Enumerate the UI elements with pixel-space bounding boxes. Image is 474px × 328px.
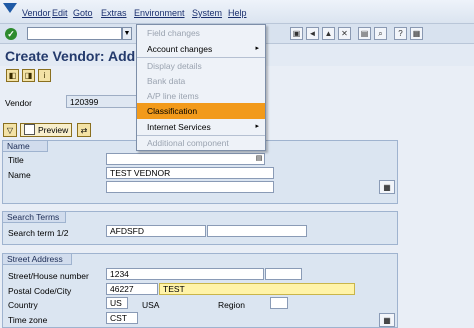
submenu-arrow-icon: ▸: [255, 123, 259, 130]
menu-goto[interactable]: Goto: [73, 8, 93, 18]
print-icon[interactable]: ▤: [358, 27, 371, 40]
more-names-icon[interactable]: ▦: [379, 180, 395, 194]
menu-item-ap-line-items-label: A/P line items: [147, 91, 199, 101]
search-terms-group-title: Search Terms: [2, 211, 66, 223]
help-icon[interactable]: ?: [394, 27, 407, 40]
back-icon[interactable]: ◄: [306, 27, 319, 40]
menu-extras[interactable]: Extras: [101, 8, 127, 18]
find-icon[interactable]: ⌕: [374, 27, 387, 40]
house-number-field[interactable]: [265, 268, 302, 280]
command-history-dropdown[interactable]: ▼: [122, 27, 132, 40]
menu-environment[interactable]: Environment: [134, 8, 185, 18]
menu-item-field-changes: Field changes: [137, 25, 265, 41]
title-value-help-icon[interactable]: ▤: [254, 154, 264, 164]
search-term-label: Search term 1/2: [8, 228, 69, 238]
region-field[interactable]: [270, 297, 288, 309]
time-zone-field[interactable]: CST: [106, 312, 138, 324]
title-field[interactable]: [106, 153, 265, 165]
street-field[interactable]: 1234: [106, 268, 264, 280]
region-label: Region: [218, 300, 245, 310]
menu-item-display-details-label: Display details: [147, 61, 202, 71]
city-field[interactable]: TEST: [159, 283, 355, 295]
postal-code-field[interactable]: 46227: [106, 283, 158, 295]
preview-icon: [24, 124, 35, 135]
preview-button[interactable]: Preview: [20, 123, 72, 137]
name-label: Name: [8, 170, 31, 180]
menu-item-classification[interactable]: Classification: [137, 103, 265, 119]
street-address-group-title: Street Address: [2, 253, 72, 265]
menu-system[interactable]: System: [192, 8, 222, 18]
menu-item-account-changes[interactable]: Account changes ▸: [137, 41, 265, 57]
postal-city-label: Postal Code/City: [8, 286, 72, 296]
menu-vendor[interactable]: Vendor: [22, 8, 51, 18]
menu-item-ap-line-items: A/P line items: [137, 88, 265, 104]
enter-check-icon[interactable]: ✓: [5, 28, 17, 40]
title-label: Title: [8, 155, 24, 165]
country-field[interactable]: US: [106, 297, 128, 309]
search-term-1-field[interactable]: AFDSFD: [106, 225, 206, 237]
vendor-label: Vendor: [5, 98, 32, 108]
menu-item-bank-data: Bank data: [137, 73, 265, 89]
name-1-field[interactable]: TEST VEDNOR: [106, 167, 274, 179]
search-term-2-field[interactable]: [207, 225, 307, 237]
next-screen-icon[interactable]: ◨: [22, 69, 35, 82]
menu-help[interactable]: Help: [228, 8, 247, 18]
page-title: Create Vendor: Addr: [5, 48, 141, 64]
save-icon[interactable]: ▣: [290, 27, 303, 40]
international-version-icon[interactable]: ⇄: [77, 123, 91, 137]
expand-icon[interactable]: ▽: [3, 123, 17, 137]
vendor-number-field: 120399: [66, 95, 138, 108]
more-address-fields-icon[interactable]: ▦: [379, 313, 395, 327]
menu-item-classification-label: Classification: [147, 106, 198, 116]
command-field[interactable]: [27, 27, 122, 40]
layout-icon[interactable]: ▦: [410, 27, 423, 40]
country-label: Country: [8, 300, 38, 310]
preview-label: Preview: [38, 125, 69, 135]
menu-item-field-changes-label: Field changes: [147, 28, 200, 38]
name-2-field[interactable]: [106, 181, 274, 193]
menu-edit[interactable]: Edit: [52, 8, 68, 18]
cancel-icon[interactable]: ✕: [338, 27, 351, 40]
menu-item-display-details: Display details: [137, 58, 265, 74]
country-name: USA: [142, 300, 160, 310]
street-label: Street/House number: [8, 271, 89, 281]
menu-item-additional-component-label: Additional component: [147, 138, 229, 148]
info-icon[interactable]: i: [38, 69, 51, 82]
menu-item-internet-services[interactable]: Internet Services ▸: [137, 119, 265, 135]
menu-item-additional-component: Additional component: [137, 135, 265, 151]
menu-item-bank-data-label: Bank data: [147, 76, 186, 86]
menu-item-account-changes-label: Account changes: [147, 44, 213, 54]
exit-icon[interactable]: ▲: [322, 27, 335, 40]
menu-item-internet-services-label: Internet Services: [147, 122, 211, 132]
time-zone-label: Time zone: [8, 315, 48, 325]
submenu-arrow-icon: ▸: [255, 45, 259, 52]
name-group-title: Name: [2, 140, 48, 152]
previous-screen-icon[interactable]: ◧: [6, 69, 19, 82]
